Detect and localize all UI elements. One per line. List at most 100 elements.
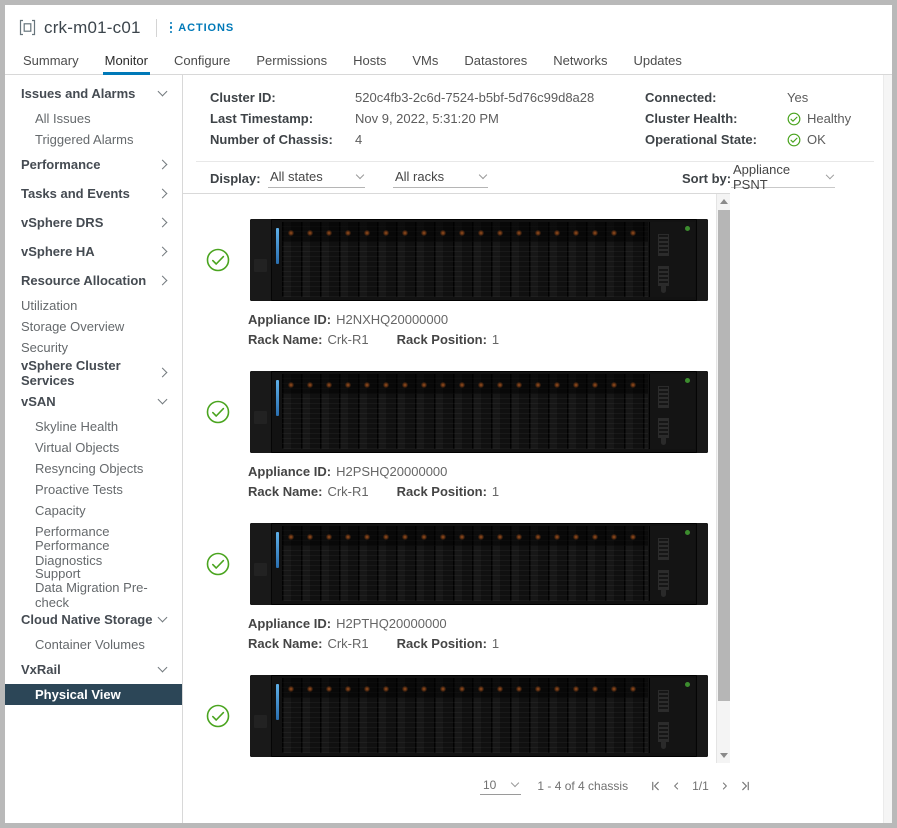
sidebar-item-vsphere-cluster-services[interactable]: vSphere Cluster Services bbox=[5, 358, 182, 388]
tab-hosts[interactable]: Hosts bbox=[351, 50, 388, 74]
scrollbar-up-icon[interactable] bbox=[720, 199, 728, 204]
display-filter-label: Display: bbox=[210, 171, 261, 186]
chassis-image[interactable] bbox=[250, 523, 708, 605]
tab-updates[interactable]: Updates bbox=[631, 50, 683, 74]
tab-datastores[interactable]: Datastores bbox=[462, 50, 529, 74]
page-size-dropdown[interactable]: 10 bbox=[480, 778, 522, 795]
number-of-chassis-row: Number of Chassis: 4 bbox=[210, 129, 362, 150]
operational-state-row: Operational State: OK bbox=[645, 129, 826, 150]
tab-vms[interactable]: VMs bbox=[410, 50, 440, 74]
chassis-row-1: Appliance ID: H2NXHQ20000000 Rack Name: Cr… bbox=[183, 219, 713, 359]
appliance-id-label: Appliance ID: bbox=[248, 463, 332, 479]
sidebar-item-skyline-health[interactable]: Skyline Health bbox=[5, 416, 182, 437]
sidebar-item-physical-view[interactable]: Physical View bbox=[5, 684, 182, 705]
last-page-button[interactable] bbox=[740, 780, 751, 792]
sidebar-item-vsan[interactable]: vSAN bbox=[5, 387, 182, 416]
sidebar-item-issues-and-alarms[interactable]: Issues and Alarms bbox=[5, 79, 182, 108]
drive-bays bbox=[282, 526, 648, 601]
sidebar-item-triggered-alarms[interactable]: Triggered Alarms bbox=[5, 129, 182, 150]
sidebar-item-performance[interactable]: Performance bbox=[5, 150, 182, 179]
sidebar-item-data-migration-pre-check[interactable]: Data Migration Pre-check bbox=[5, 580, 182, 610]
first-page-button[interactable] bbox=[650, 780, 661, 792]
rack-name-value: Crk-R1 bbox=[327, 331, 369, 347]
scrollbar-down-icon[interactable] bbox=[720, 753, 728, 758]
rack-name-label: Rack Name: bbox=[248, 331, 323, 347]
prev-page-button[interactable] bbox=[672, 780, 681, 792]
pagination-range-text: 1 - 4 of 4 chassis bbox=[537, 779, 629, 793]
page-scrollbar-track[interactable] bbox=[883, 75, 892, 823]
display-filter-label-wrap: Display: bbox=[210, 168, 261, 189]
tab-permissions[interactable]: Permissions bbox=[254, 50, 329, 74]
sidebar-item-vxrail[interactable]: VxRail bbox=[5, 655, 182, 684]
appliance-id-value: H2NXHQ20000000 bbox=[336, 311, 449, 327]
cluster-id-row: Cluster ID: 520c4fb3-2c6d-7524-b5bf-5d76… bbox=[210, 87, 594, 108]
last-timestamp-row: Last Timestamp: Nov 9, 2022, 5:31:20 PM bbox=[210, 108, 499, 129]
tab-monitor[interactable]: Monitor bbox=[102, 50, 151, 75]
next-page-button[interactable] bbox=[720, 780, 729, 792]
page-indicator: 1/1 bbox=[692, 779, 709, 793]
rack-name-label: Rack Name: bbox=[248, 635, 323, 651]
rack-position-label: Rack Position: bbox=[396, 483, 487, 499]
connected-label: Connected: bbox=[645, 90, 717, 105]
chassis-info: Appliance ID: H2PTHQ20000000 Rack Name: Cr… bbox=[248, 613, 499, 653]
sidebar-item-proactive-tests[interactable]: Proactive Tests bbox=[5, 479, 182, 500]
server-left-ear bbox=[250, 371, 272, 453]
sidebar-item-container-volumes[interactable]: Container Volumes bbox=[5, 634, 182, 655]
connected-row: Connected: Yes bbox=[645, 87, 808, 108]
chevron-right-icon bbox=[157, 217, 168, 228]
sort-by-dropdown[interactable]: Appliance PSNT bbox=[731, 162, 835, 192]
sidebar-item-tasks-and-events[interactable]: Tasks and Events bbox=[5, 179, 182, 208]
actions-label: ACTIONS bbox=[178, 21, 235, 34]
tab-summary[interactable]: Summary bbox=[21, 50, 81, 74]
chassis-image[interactable] bbox=[250, 371, 708, 453]
sidebar-item-resource-allocation[interactable]: Resource Allocation bbox=[5, 266, 182, 295]
chassis-row-3: Appliance ID: H2PTHQ20000000 Rack Name: Cr… bbox=[183, 523, 713, 663]
chassis-image[interactable] bbox=[250, 675, 708, 757]
tab-configure[interactable]: Configure bbox=[172, 50, 232, 74]
number-of-chassis-value: 4 bbox=[355, 132, 363, 147]
sidebar-item-cloud-native-storage[interactable]: Cloud Native Storage bbox=[5, 605, 182, 634]
cluster-icon bbox=[19, 19, 36, 36]
header-divider bbox=[155, 18, 157, 37]
vsphere-window: crk-m01-c01 ACTIONS Summary Monitor Conf… bbox=[5, 5, 892, 823]
sidebar-item-performance-diagnostics[interactable]: Performance Diagnostics bbox=[5, 538, 182, 568]
sidebar-item-virtual-objects[interactable]: Virtual Objects bbox=[5, 437, 182, 458]
cluster-id-label: Cluster ID: bbox=[210, 90, 276, 105]
scrollbar-thumb[interactable] bbox=[718, 210, 730, 701]
server-control-panel bbox=[649, 374, 695, 449]
sidebar-item-vsphere-drs[interactable]: vSphere DRS bbox=[5, 208, 182, 237]
chevron-down-icon bbox=[157, 86, 168, 97]
sidebar-item-all-issues[interactable]: All Issues bbox=[5, 108, 182, 129]
actions-button[interactable]: ACTIONS bbox=[169, 21, 235, 34]
chassis-image[interactable] bbox=[250, 219, 708, 301]
chassis-info: Appliance ID: H2PSHQ20000000 Rack Name: Cr… bbox=[248, 461, 499, 501]
sidebar-item-capacity[interactable]: Capacity bbox=[5, 500, 182, 521]
operational-state-value: OK bbox=[807, 132, 826, 147]
rack-name-label: Rack Name: bbox=[248, 483, 323, 499]
rack-filter-dropdown[interactable]: All racks bbox=[393, 166, 488, 188]
tab-networks[interactable]: Networks bbox=[551, 50, 609, 74]
chassis-healthy-icon bbox=[206, 400, 230, 424]
appliance-id-label: Appliance ID: bbox=[248, 311, 332, 327]
server-control-panel bbox=[649, 678, 695, 753]
rack-position-value: 1 bbox=[491, 483, 500, 499]
state-filter-dropdown[interactable]: All states bbox=[268, 166, 365, 188]
chevron-right-icon bbox=[157, 159, 168, 170]
rack-position-label: Rack Position: bbox=[396, 635, 487, 651]
rack-position-value: 1 bbox=[491, 331, 500, 347]
sidebar-item-security[interactable]: Security bbox=[5, 337, 182, 358]
chassis-healthy-icon bbox=[206, 704, 230, 728]
sidebar-item-storage-overview[interactable]: Storage Overview bbox=[5, 316, 182, 337]
chevron-down-icon bbox=[478, 170, 488, 180]
chassis-healthy-icon bbox=[206, 552, 230, 576]
chevron-down-icon bbox=[157, 662, 168, 673]
chevron-right-icon bbox=[157, 246, 168, 257]
drive-bays bbox=[282, 222, 648, 297]
sidebar-item-utilization[interactable]: Utilization bbox=[5, 295, 182, 316]
cluster-health-label: Cluster Health: bbox=[645, 111, 738, 126]
sidebar-item-vsphere-ha[interactable]: vSphere HA bbox=[5, 237, 182, 266]
appliance-id-value: H2PSHQ20000000 bbox=[336, 463, 448, 479]
chevron-down-icon bbox=[157, 612, 168, 623]
sidebar-item-resyncing-objects[interactable]: Resyncing Objects bbox=[5, 458, 182, 479]
page-title: crk-m01-c01 bbox=[44, 17, 141, 37]
